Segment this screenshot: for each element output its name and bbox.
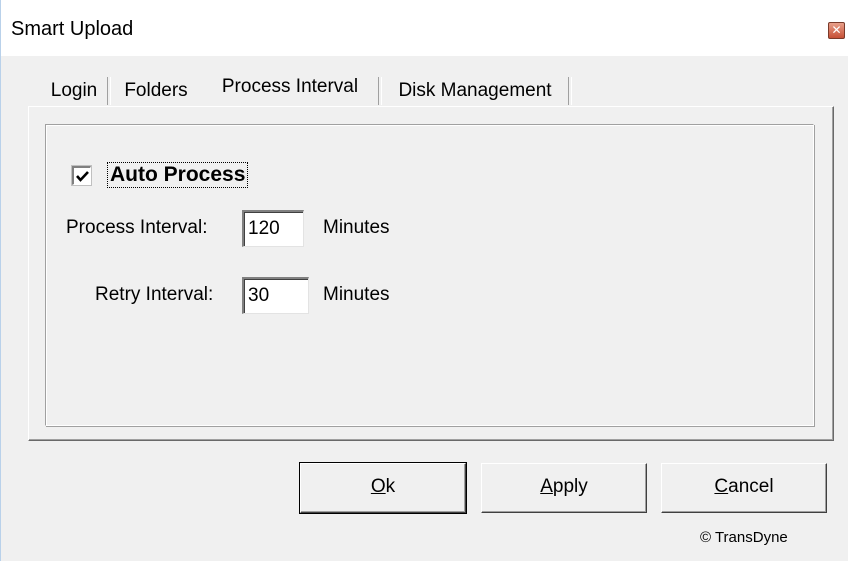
retry-interval-unit: Minutes: [323, 284, 390, 305]
process-interval-input[interactable]: 120: [242, 210, 304, 247]
tab-login[interactable]: Login: [41, 75, 107, 107]
retry-interval-input[interactable]: 30: [242, 277, 309, 314]
tab-login-label: Login: [50, 80, 98, 101]
tab-separator: [568, 77, 572, 105]
smart-upload-window: Smart Upload ✕ Login Folders Process Int…: [0, 0, 848, 561]
cancel-mnemonic: C: [714, 476, 729, 497]
ok-button[interactable]: Ok: [299, 462, 467, 514]
window-title: Smart Upload: [11, 18, 134, 40]
tab-folders-label: Folders: [124, 80, 188, 101]
title-bar: Smart Upload ✕: [1, 0, 848, 56]
tab-process-interval-label: Process Interval: [221, 76, 359, 97]
ok-label-rest: k: [385, 476, 396, 497]
cancel-label-rest: ancel: [728, 476, 774, 497]
process-interval-unit: Minutes: [323, 217, 390, 238]
cancel-button[interactable]: Cancel: [661, 463, 827, 513]
apply-button[interactable]: Apply: [481, 463, 647, 513]
apply-mnemonic: A: [540, 476, 553, 497]
copyright-text: © TransDyne: [700, 529, 788, 546]
checkmark-icon: [76, 171, 89, 182]
ok-mnemonic: O: [370, 476, 386, 497]
auto-process-label[interactable]: Auto Process: [107, 162, 249, 188]
tab-folders[interactable]: Folders: [111, 75, 201, 107]
tab-disk-management-label: Disk Management: [398, 80, 552, 101]
close-icon: ✕: [831, 23, 842, 37]
tab-disk-management[interactable]: Disk Management: [382, 75, 568, 107]
retry-interval-label: Retry Interval:: [95, 284, 214, 305]
auto-process-checkbox[interactable]: [71, 165, 92, 186]
close-button[interactable]: ✕: [828, 22, 845, 39]
tab-process-interval[interactable]: Process Interval: [203, 67, 377, 109]
process-interval-label: Process Interval:: [66, 217, 208, 238]
apply-label-rest: pply: [552, 476, 588, 497]
